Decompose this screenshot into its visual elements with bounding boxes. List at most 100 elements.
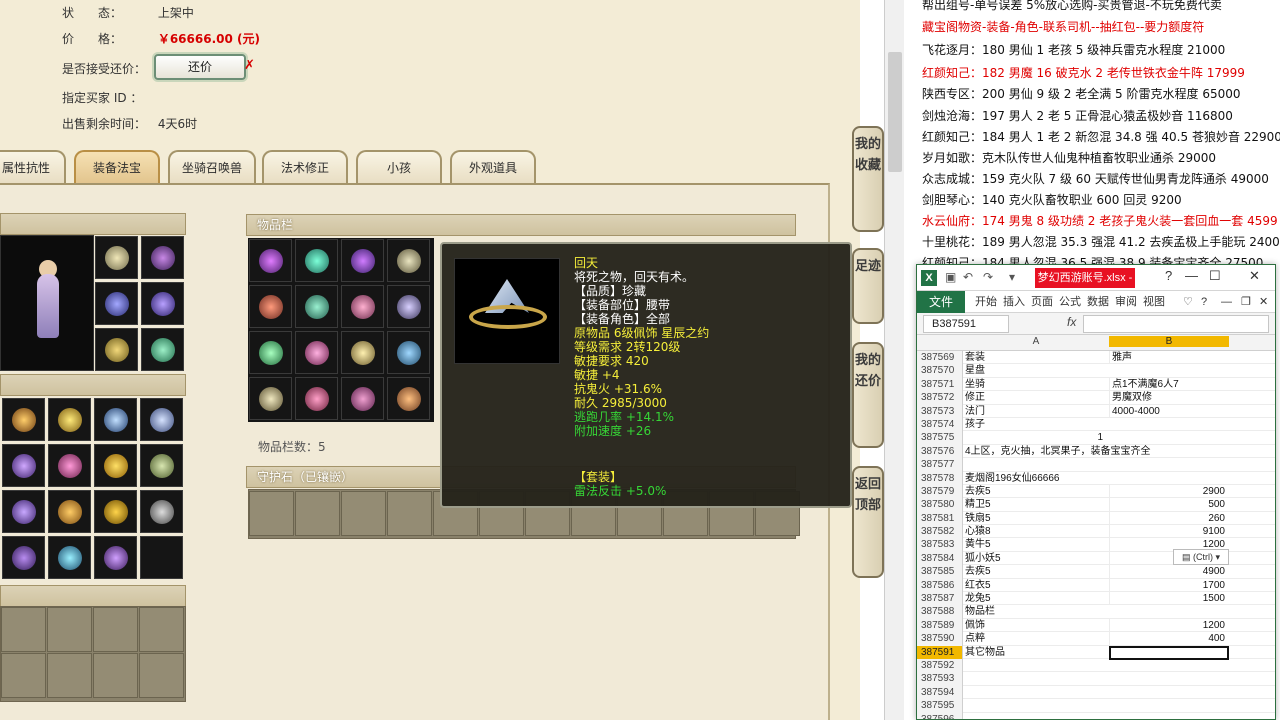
row-number[interactable]: 387588 — [917, 605, 963, 619]
ribbon-options-icon[interactable]: ? — [1165, 268, 1172, 283]
treasure-slot[interactable] — [94, 398, 137, 441]
row-number[interactable]: 387586 — [917, 578, 963, 593]
cell-b[interactable]: 1500 — [1109, 592, 1227, 606]
cell-b[interactable]: 400 — [1109, 632, 1227, 646]
active-cell-outline[interactable] — [1109, 645, 1229, 660]
cell-b[interactable]: 男魔双修 — [1109, 391, 1227, 405]
cell-a[interactable]: 法门 — [965, 405, 1107, 418]
inventory-slot[interactable] — [387, 239, 430, 282]
row-number[interactable]: 387590 — [917, 632, 963, 646]
tab-mounts-pets[interactable]: 坐骑召唤兽 — [168, 150, 256, 184]
cell-a[interactable]: 去疾5 — [965, 485, 1107, 498]
equip-slot-weapon[interactable] — [95, 282, 138, 325]
row-number[interactable]: 387583 — [917, 538, 963, 552]
fx-icon[interactable]: fx — [1067, 315, 1076, 329]
inventory-slot[interactable] — [387, 331, 430, 374]
row-number[interactable]: 387587 — [917, 592, 963, 606]
name-box[interactable]: B387591 — [923, 315, 1009, 333]
cell-b[interactable]: 雅声 — [1109, 351, 1227, 365]
cell-b[interactable]: 9100 — [1109, 525, 1227, 539]
inventory-slot[interactable] — [249, 239, 292, 282]
cell-b[interactable]: 1200 — [1109, 618, 1227, 633]
tab-spell-modifier[interactable]: 法术修正 — [262, 150, 348, 184]
cell-b[interactable]: 2900 — [1109, 484, 1227, 499]
treasure-slot[interactable] — [2, 536, 45, 579]
paste-options-button[interactable]: ▤ (Ctrl) ▾ — [1173, 549, 1229, 565]
row-number[interactable]: 387580 — [917, 498, 963, 512]
row-number[interactable]: 387582 — [917, 525, 963, 539]
cell-b[interactable]: 1700 — [1109, 578, 1227, 593]
row-number[interactable]: 387570 — [917, 364, 963, 378]
row-number[interactable]: 387576 — [917, 444, 963, 459]
cell-a[interactable]: 心猿8 — [965, 525, 1107, 538]
back-to-top-button[interactable]: 返回顶部 — [852, 466, 884, 578]
footprint-button[interactable]: 足迹 — [852, 248, 884, 324]
inventory-slot[interactable] — [295, 331, 338, 374]
inventory-slot[interactable] — [341, 285, 384, 328]
tab-data[interactable]: 数据 — [1087, 291, 1109, 313]
row-number[interactable]: 387593 — [917, 672, 963, 686]
cell-a[interactable]: 铁扇5 — [965, 512, 1107, 525]
cell-a[interactable]: 黄牛5 — [965, 538, 1107, 551]
treasure-slot[interactable] — [2, 444, 45, 487]
equip-slot-shoes[interactable] — [141, 328, 184, 371]
column-header-a[interactable]: A — [965, 336, 1107, 347]
row-number[interactable]: 387572 — [917, 391, 963, 405]
cell-b[interactable]: 4000-4000 — [1109, 404, 1227, 418]
row-number[interactable]: 387569 — [917, 351, 963, 365]
undo-icon[interactable]: ↶ — [963, 270, 973, 284]
equip-slot-helmet[interactable] — [95, 236, 138, 279]
tab-file[interactable]: 文件 — [917, 291, 965, 313]
cell-b[interactable]: 500 — [1109, 498, 1227, 512]
row-number[interactable]: 387579 — [917, 484, 963, 499]
treasure-slot[interactable] — [48, 490, 91, 533]
cell-a[interactable]: 龙兔5 — [965, 592, 1107, 605]
equip-slot-necklace[interactable] — [141, 236, 184, 279]
heart-icon[interactable]: ♡ — [1183, 291, 1193, 313]
row-number[interactable]: 387585 — [917, 565, 963, 579]
column-header-b[interactable]: B — [1109, 336, 1229, 347]
close-icon[interactable]: ✕ — [1249, 268, 1260, 284]
treasure-slot[interactable] — [94, 536, 137, 579]
treasure-slot[interactable] — [140, 490, 183, 533]
cell-a[interactable]: 点粹 — [965, 632, 1107, 645]
tab-review[interactable]: 审阅 — [1115, 291, 1137, 313]
tab-attributes[interactable]: 属性抗性 — [0, 150, 66, 184]
inventory-slot[interactable] — [249, 285, 292, 328]
equip-slot-armor[interactable] — [141, 282, 184, 325]
cell-a[interactable]: 麦烟阁196女仙66666 — [965, 472, 1107, 485]
treasure-slot-empty[interactable] — [140, 536, 183, 579]
inventory-slot[interactable] — [341, 239, 384, 282]
counter-offer-button[interactable]: 还价 — [154, 54, 246, 80]
row-number[interactable]: 387591 — [917, 645, 963, 659]
cell-a[interactable]: 物品栏 — [965, 605, 1107, 618]
ribbon-restore-icon[interactable]: ❐ — [1241, 291, 1251, 313]
cell-a[interactable]: 4上区，克火抽，北冥果子，装备宝宝齐全 — [965, 445, 1151, 458]
tab-children[interactable]: 小孩 — [356, 150, 442, 184]
row-number[interactable]: 387581 — [917, 511, 963, 526]
cell-a[interactable]: 红衣5 — [965, 579, 1107, 592]
cell-b[interactable]: 点1不满魔6人7 — [1109, 377, 1227, 392]
treasure-slot[interactable] — [140, 398, 183, 441]
equip-slot-belt[interactable] — [95, 328, 138, 371]
maximize-icon[interactable]: ☐ — [1209, 268, 1221, 284]
treasure-slot[interactable] — [94, 490, 137, 533]
tab-page-layout[interactable]: 页面 — [1031, 291, 1053, 313]
cell-a[interactable]: 坐骑 — [965, 378, 1107, 391]
treasure-slot[interactable] — [2, 490, 45, 533]
row-number[interactable]: 387584 — [917, 551, 963, 566]
inventory-slot[interactable] — [295, 285, 338, 328]
row-number[interactable]: 387594 — [917, 685, 963, 700]
tab-insert[interactable]: 插入 — [1003, 291, 1025, 313]
row-number[interactable]: 387575 — [917, 431, 963, 445]
cell-a[interactable]: 套装 — [965, 351, 1107, 364]
formula-input[interactable] — [1083, 315, 1269, 333]
tab-formulas[interactable]: 公式 — [1059, 291, 1081, 313]
treasure-slot[interactable] — [48, 536, 91, 579]
cell-a[interactable]: 精卫5 — [965, 498, 1107, 511]
row-number[interactable]: 387578 — [917, 471, 963, 485]
inventory-slot[interactable] — [295, 377, 338, 420]
cell-a[interactable]: 孩子 — [965, 418, 1107, 431]
redo-icon[interactable]: ↷ — [983, 270, 993, 284]
row-number[interactable]: 387577 — [917, 458, 963, 472]
